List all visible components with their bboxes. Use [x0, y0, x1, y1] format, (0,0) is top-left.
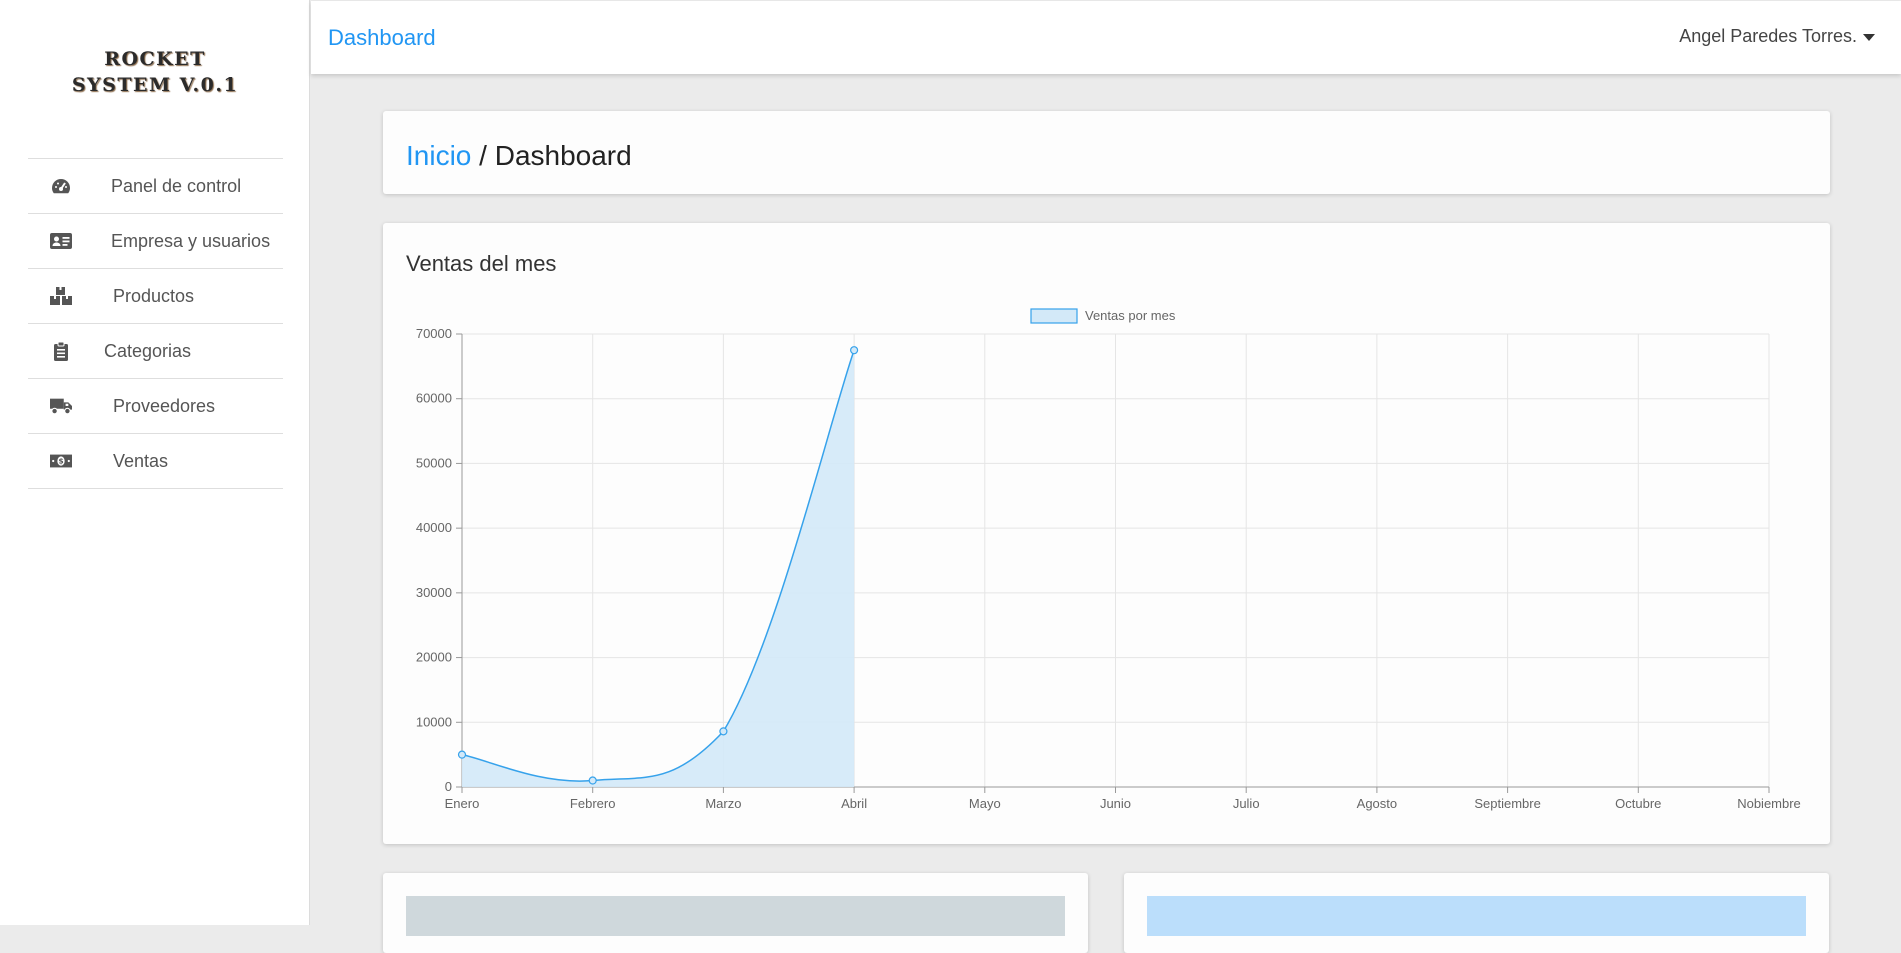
sidebar-item-label: Categorias: [104, 340, 192, 361]
sidebar-item-label: Panel de control: [111, 175, 242, 196]
sales-line-chart: 0 10000 20000 30000 40000 50000 60000 70000 Ener…: [416, 308, 1801, 811]
y-tick-label: 10000: [416, 714, 452, 729]
x-tick-label: Julio: [1233, 796, 1260, 811]
clipboard-list-icon: [50, 341, 72, 361]
data-point[interactable]: [457, 750, 467, 759]
sidebar-item-label: Ventas: [113, 450, 169, 471]
truck-icon: [50, 397, 72, 415]
products-table-card: [1124, 873, 1829, 953]
x-tick-label: Abril: [841, 796, 867, 811]
x-tick-label: Agosto: [1357, 796, 1397, 811]
boxes-icon: [50, 287, 72, 305]
y-tick-label: 40000: [416, 520, 452, 535]
sidebar-item-proveedores[interactable]: Proveedores: [28, 379, 283, 434]
y-tick-label: 50000: [416, 455, 452, 470]
legend-label[interactable]: Ventas por mes: [1085, 308, 1176, 323]
top-navbar: Dashboard Angel Paredes Torres.: [311, 1, 1901, 74]
data-point[interactable]: [850, 346, 859, 355]
x-tick-label: Febrero: [570, 796, 616, 811]
data-point[interactable]: [588, 776, 597, 785]
breadcrumb-current: Dashboard: [494, 140, 632, 171]
breadcrumb-home-link[interactable]: Inicio: [406, 140, 471, 171]
sidebar-item-productos[interactable]: Productos: [28, 269, 283, 324]
logo-line-1: ROCKET: [104, 48, 206, 70]
y-tick-label: 20000: [416, 650, 452, 665]
x-tick-label: Marzo: [705, 796, 741, 811]
sidebar-item-categorias[interactable]: Categorias: [28, 324, 283, 379]
sidebar-item-ventas[interactable]: $ Ventas: [28, 434, 283, 489]
users-table-header: [406, 896, 1065, 936]
page-title[interactable]: Dashboard: [328, 25, 436, 51]
money-bill-icon: $: [50, 452, 72, 470]
svg-text:$: $: [58, 457, 63, 466]
data-point[interactable]: [719, 727, 728, 736]
y-tick-label: 0: [445, 779, 452, 794]
sidebar-item-label: Proveedores: [113, 395, 216, 416]
sidebar-item-label: Empresa y usuarios: [111, 230, 271, 251]
users-table-card: [383, 873, 1088, 953]
user-menu[interactable]: Angel Paredes Torres.: [1679, 26, 1857, 47]
x-tick-label: Nobiembre: [1737, 796, 1801, 811]
breadcrumb-separator: /: [471, 140, 495, 171]
x-tick-label: Mayo: [969, 796, 1001, 811]
sidebar-item-label: Productos: [113, 285, 195, 306]
y-tick-label: 60000: [416, 391, 452, 406]
sidebar-item-empresa-y-usuarios[interactable]: Empresa y usuarios: [28, 214, 283, 269]
sidebar-item-panel-de-control[interactable]: Panel de control: [28, 159, 283, 214]
sidebar: ROCKET SYSTEM V.0.1 Panel de control Emp…: [0, 0, 310, 925]
y-tick-label: 30000: [416, 585, 452, 600]
breadcrumb-card: Inicio / Dashboard: [383, 111, 1830, 194]
logo-line-2: SYSTEM V.0.1: [71, 74, 239, 96]
x-tick-label: Junio: [1100, 796, 1131, 811]
breadcrumb: Inicio / Dashboard: [406, 140, 632, 172]
id-card-icon: [50, 232, 72, 250]
legend-swatch[interactable]: [1030, 308, 1078, 324]
sidebar-menu: Panel de control Empresa y usuarios Prod…: [28, 158, 283, 489]
x-tick-label: Septiembre: [1474, 796, 1540, 811]
x-tick-label: Enero: [445, 796, 480, 811]
chevron-down-icon[interactable]: [1863, 34, 1875, 41]
x-tick-label: Octubre: [1615, 796, 1661, 811]
sales-chart-card: Ventas del mes 0 10000 20000 30000 40000 5000…: [383, 223, 1830, 844]
series-area: [462, 350, 855, 787]
y-tick-label: 70000: [416, 326, 452, 341]
products-table-header: [1147, 896, 1806, 936]
app-logo: ROCKET SYSTEM V.0.1: [0, 46, 310, 98]
dashboard-gauge-icon: [50, 177, 72, 195]
